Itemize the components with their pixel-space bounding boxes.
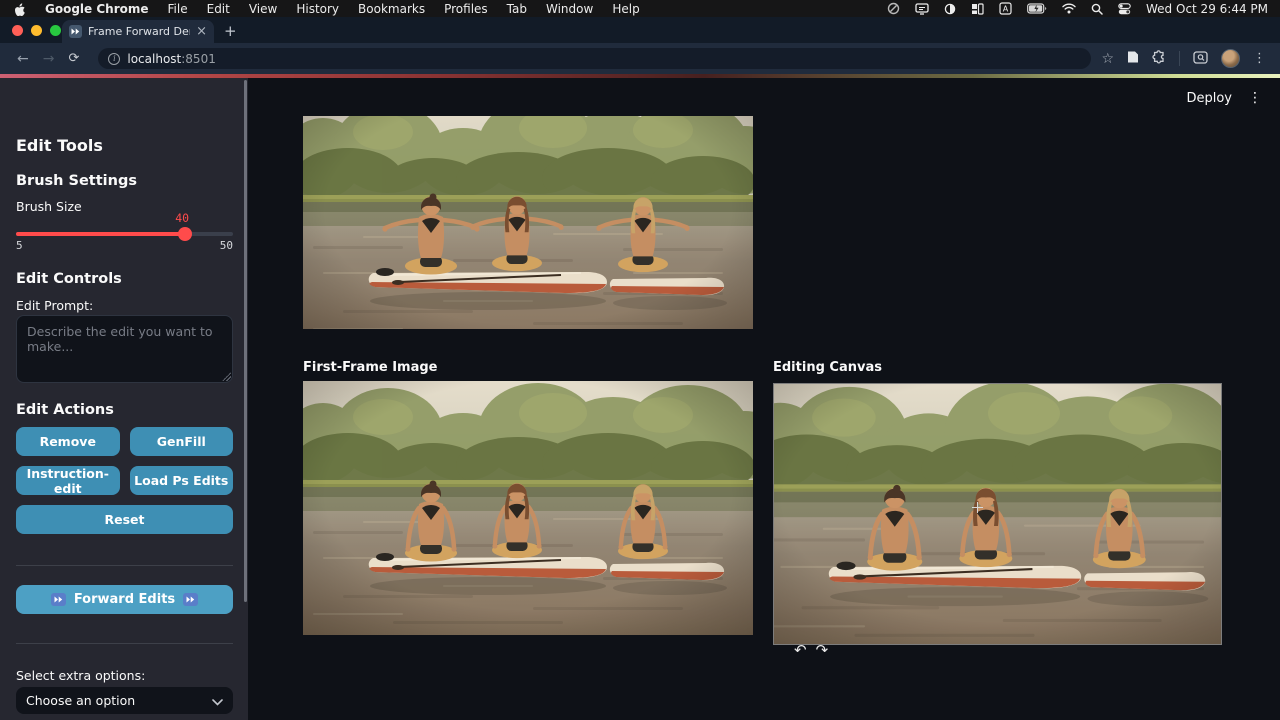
- sidebar: Edit Tools Brush Settings Brush Size 40 …: [0, 78, 248, 720]
- fast-forward-icon: [51, 593, 66, 606]
- select-value: Choose an option: [26, 693, 212, 708]
- streamlit-header: Deploy ⋮: [1186, 90, 1262, 106]
- browser-tab[interactable]: Frame Forward Demo ×: [62, 20, 214, 43]
- menu-window[interactable]: Window: [546, 2, 593, 16]
- extra-options-label: Select extra options:: [16, 668, 145, 683]
- menu-file[interactable]: File: [168, 2, 188, 16]
- undo-icon[interactable]: ↶: [794, 643, 807, 658]
- slider-fill: [16, 232, 185, 236]
- canvas-toolbar: ↶ ↷: [794, 643, 828, 658]
- source-video[interactable]: [303, 116, 753, 329]
- screen: Google Chrome File Edit View History Boo…: [0, 0, 1280, 720]
- wifi-icon[interactable]: [1062, 3, 1076, 14]
- extensions-icon[interactable]: [1152, 49, 1166, 68]
- brush-size-slider[interactable]: 40: [16, 226, 233, 240]
- menu-profiles[interactable]: Profiles: [444, 2, 488, 16]
- back-icon[interactable]: ←: [17, 51, 29, 67]
- tab-title: Frame Forward Demo: [88, 25, 190, 38]
- extra-options-select[interactable]: Choose an option: [16, 687, 233, 714]
- chrome-tabstrip: Frame Forward Demo × +: [0, 17, 1280, 43]
- apple-icon[interactable]: [14, 2, 26, 16]
- slider-value: 40: [175, 211, 189, 225]
- tab-close-icon[interactable]: ×: [196, 25, 207, 38]
- url-port: :8501: [181, 52, 216, 66]
- edit-prompt-input[interactable]: [16, 315, 233, 383]
- browser-menu-icon[interactable]: ⋮: [1253, 51, 1266, 66]
- menubar-app-name[interactable]: Google Chrome: [45, 2, 149, 16]
- remove-button[interactable]: Remove: [16, 427, 120, 456]
- reset-button[interactable]: Reset: [16, 505, 233, 534]
- toolbar-divider: [1179, 51, 1180, 66]
- window-close-button[interactable]: [12, 25, 23, 36]
- traffic-lights: [12, 25, 61, 36]
- window-minimize-button[interactable]: [31, 25, 42, 36]
- resize-grip-icon[interactable]: [222, 372, 231, 381]
- instruction-edit-button[interactable]: Instruction-edit: [16, 466, 120, 495]
- menu-history[interactable]: History: [296, 2, 339, 16]
- contrast-icon[interactable]: [944, 3, 956, 15]
- load-ps-edits-button[interactable]: Load Ps Edits: [130, 466, 234, 495]
- edit-controls-heading: Edit Controls: [16, 271, 122, 287]
- display-icon[interactable]: [915, 3, 929, 15]
- forward-icon[interactable]: →: [43, 51, 55, 67]
- edit-actions-heading: Edit Actions: [16, 402, 114, 418]
- deploy-button[interactable]: Deploy: [1186, 91, 1232, 106]
- streamlit-app: Edit Tools Brush Settings Brush Size 40 …: [0, 78, 1280, 720]
- address-bar[interactable]: i localhost:8501: [98, 48, 1091, 69]
- forward-edits-button[interactable]: Forward Edits: [16, 585, 233, 614]
- site-info-icon[interactable]: i: [108, 53, 120, 65]
- menu-view[interactable]: View: [249, 2, 277, 16]
- sidebar-title: Edit Tools: [16, 136, 103, 155]
- profile-avatar[interactable]: [1221, 49, 1240, 68]
- chrome-toolbar: ← → ⟳ i localhost:8501 ☆ ⋮: [0, 43, 1280, 74]
- sidebar-divider: [16, 643, 233, 644]
- menu-help[interactable]: Help: [612, 2, 639, 16]
- spotlight-icon[interactable]: [1091, 3, 1103, 15]
- control-center-icon[interactable]: [1118, 3, 1131, 15]
- menu-bookmarks[interactable]: Bookmarks: [358, 2, 425, 16]
- first-frame-label: First-Frame Image: [303, 360, 438, 375]
- slider-min: 5: [16, 239, 23, 252]
- sidebar-divider: [16, 565, 233, 566]
- battery-icon[interactable]: [1027, 3, 1047, 14]
- tab-favicon-icon: [69, 25, 82, 38]
- edit-prompt-label: Edit Prompt:: [16, 298, 93, 313]
- slider-max: 50: [220, 239, 233, 252]
- tab-search-icon[interactable]: [1193, 49, 1208, 68]
- edit-actions: Remove GenFill Instruction-edit Load Ps …: [16, 427, 233, 534]
- url-text: localhost:8501: [127, 52, 215, 66]
- url-host: localhost: [127, 52, 181, 66]
- window-zoom-button[interactable]: [50, 25, 61, 36]
- genfill-button[interactable]: GenFill: [130, 427, 234, 456]
- app-menu-icon[interactable]: ⋮: [1248, 90, 1262, 106]
- globe-status-icon[interactable]: [887, 2, 900, 15]
- fast-forward-icon: [183, 593, 198, 606]
- forward-edits-label: Forward Edits: [74, 592, 175, 607]
- first-frame-image: [303, 381, 753, 635]
- slider-minmax: 5 50: [16, 239, 233, 252]
- input-source-icon[interactable]: A: [999, 2, 1012, 15]
- brush-size-label: Brush Size: [16, 199, 82, 214]
- input-a-glyph: A: [1003, 5, 1009, 14]
- side-panel-icon[interactable]: [1127, 49, 1139, 68]
- menu-edit[interactable]: Edit: [207, 2, 230, 16]
- menubar-clock[interactable]: Wed Oct 29 6:44 PM: [1146, 2, 1268, 16]
- macos-menubar: Google Chrome File Edit View History Boo…: [0, 0, 1280, 17]
- editing-canvas-label: Editing Canvas: [773, 360, 882, 375]
- chevron-down-icon: [212, 691, 223, 710]
- menu-tab[interactable]: Tab: [507, 2, 527, 16]
- edit-prompt-wrap: [16, 315, 233, 383]
- new-tab-button[interactable]: +: [224, 21, 237, 41]
- redo-icon[interactable]: ↷: [816, 643, 829, 658]
- editing-canvas[interactable]: [773, 383, 1222, 645]
- brush-settings-heading: Brush Settings: [16, 173, 137, 189]
- tiles-icon[interactable]: [971, 3, 984, 15]
- bookmark-star-icon[interactable]: ☆: [1101, 51, 1114, 67]
- main-content: Deploy ⋮ First-Frame Image Editing Canva…: [248, 78, 1280, 720]
- sidebar-scrollbar[interactable]: [244, 80, 247, 602]
- reload-icon[interactable]: ⟳: [68, 51, 79, 66]
